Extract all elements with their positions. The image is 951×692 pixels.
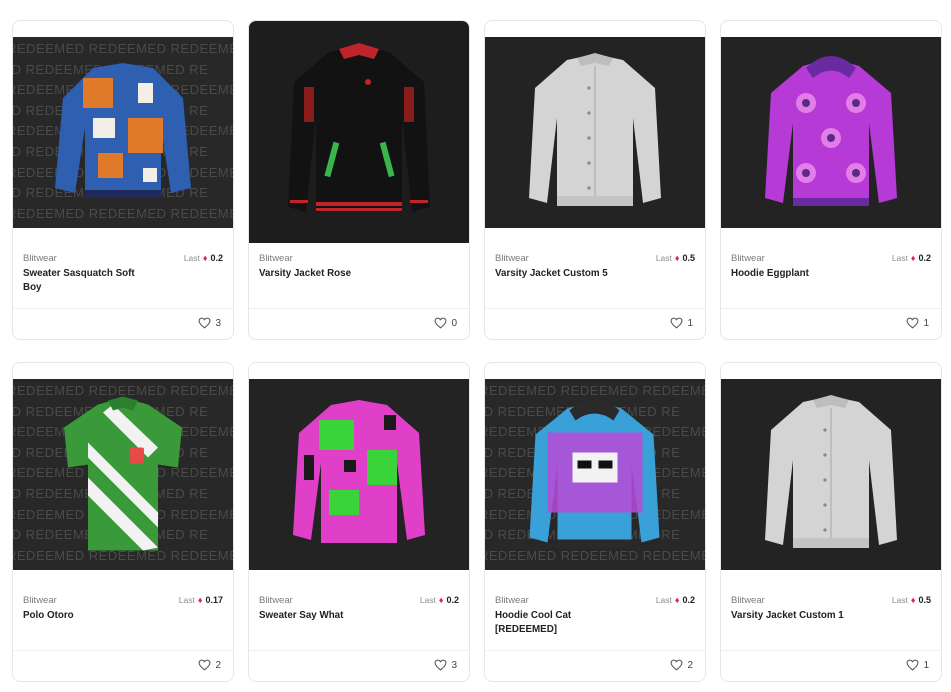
like-button[interactable]: 1 <box>906 317 929 329</box>
like-count: 1 <box>923 317 929 329</box>
heart-icon <box>670 659 683 671</box>
like-count: 1 <box>687 317 693 329</box>
like-button[interactable]: 0 <box>434 317 457 329</box>
nft-card-hoodie-eggplant[interactable]: Blitwear Last ♦ 0.2 Hoodie Eggplant 1 <box>720 20 942 340</box>
brand-label: Blitwear <box>731 253 765 264</box>
polo-image <box>64 396 182 550</box>
jacket-image <box>529 52 661 206</box>
brand-label: Blitwear <box>259 595 293 606</box>
item-name[interactable]: Polo Otoro <box>23 609 153 623</box>
last-price: Last ♦ 0.2 <box>892 253 931 263</box>
last-label: Last <box>183 253 200 263</box>
like-button[interactable]: 1 <box>906 659 929 671</box>
like-count: 1 <box>923 659 929 671</box>
brand-label: Blitwear <box>259 253 293 264</box>
sweater-image <box>293 399 425 543</box>
card-artwork[interactable]: REDEEMED REDEEMED REDEEMEDEMED REDEEMED … <box>13 379 233 570</box>
price-value: 0.2 <box>682 595 695 605</box>
card-artwork[interactable]: REDEEMED REDEEMED REDEEMEDEMED REDEEMED … <box>13 37 233 228</box>
card-artwork[interactable]: REDEEMED REDEEMED REDEEMEDEMED REDEEMED … <box>485 379 705 570</box>
eth-diamond-icon: ♦ <box>910 595 916 605</box>
like-count: 0 <box>451 317 457 329</box>
hoodie-image <box>765 55 897 206</box>
heart-icon <box>198 659 211 671</box>
nft-card-varsity-custom-5[interactable]: Blitwear Last ♦ 0.5 Varsity Jacket Custom … <box>484 20 706 340</box>
nft-card-polo-otoro[interactable]: REDEEMED REDEEMED REDEEMEDEMED REDEEMED … <box>12 362 234 682</box>
heart-icon <box>906 659 919 671</box>
eth-diamond-icon: ♦ <box>438 595 444 605</box>
eth-diamond-icon: ♦ <box>910 253 916 263</box>
nft-card-sweater-sasquatch[interactable]: REDEEMED REDEEMED REDEEMEDEMED REDEEMED … <box>12 20 234 340</box>
brand-label: Blitwear <box>731 595 765 606</box>
last-price: Last ♦ 0.2 <box>420 595 459 605</box>
price-value: 0.2 <box>918 253 931 263</box>
brand-label: Blitwear <box>495 253 529 264</box>
jacket-image <box>288 43 430 212</box>
last-label: Last <box>178 595 195 605</box>
card-artwork[interactable] <box>721 37 941 228</box>
last-label: Last <box>891 595 908 605</box>
eth-diamond-icon: ♦ <box>197 595 203 605</box>
jacket-image <box>765 394 897 548</box>
brand-label: Blitwear <box>23 253 57 264</box>
nft-card-varsity-custom-1[interactable]: Blitwear Last ♦ 0.5 Varsity Jacket Custom … <box>720 362 942 682</box>
last-label: Last <box>891 253 908 263</box>
nft-card-hoodie-cool-cat[interactable]: REDEEMED REDEEMED REDEEMEDEMED REDEEMED … <box>484 362 706 682</box>
like-count: 3 <box>451 659 457 671</box>
last-price: Last ♦ 0.5 <box>656 253 695 263</box>
last-price: Last ♦ 0.2 <box>656 595 695 605</box>
like-button[interactable]: 3 <box>434 659 457 671</box>
price-value: 0.5 <box>918 595 931 605</box>
card-artwork[interactable] <box>249 379 469 570</box>
heart-icon <box>434 317 447 329</box>
last-label: Last <box>419 595 436 605</box>
item-name[interactable]: Hoodie Cool Cat [REDEEMED] <box>495 609 625 637</box>
eth-diamond-icon: ♦ <box>674 595 680 605</box>
eth-diamond-icon: ♦ <box>674 253 680 263</box>
brand-label: Blitwear <box>495 595 529 606</box>
item-name[interactable]: Hoodie Eggplant <box>731 267 861 281</box>
card-artwork[interactable] <box>485 37 705 228</box>
last-price: Last ♦ 0.5 <box>892 595 931 605</box>
price-value: 0.2 <box>210 253 223 263</box>
price-value: 0.2 <box>446 595 459 605</box>
like-button[interactable]: 3 <box>198 317 221 329</box>
heart-icon <box>434 659 447 671</box>
brand-label: Blitwear <box>23 595 57 606</box>
last-price: Last ♦ 0.17 <box>179 595 223 605</box>
last-label: Last <box>655 253 672 263</box>
like-button[interactable]: 2 <box>198 659 221 671</box>
last-price: Last ♦ 0.2 <box>184 253 223 263</box>
like-count: 2 <box>215 659 221 671</box>
heart-icon <box>198 317 211 329</box>
last-label: Last <box>655 595 672 605</box>
nft-card-sweater-say-what[interactable]: Blitwear Last ♦ 0.2 Sweater Say What 3 <box>248 362 470 682</box>
like-button[interactable]: 2 <box>670 659 693 671</box>
eth-diamond-icon: ♦ <box>202 253 208 263</box>
price-value: 0.17 <box>205 595 223 605</box>
like-count: 2 <box>687 659 693 671</box>
heart-icon <box>670 317 683 329</box>
card-artwork[interactable] <box>721 379 941 570</box>
like-count: 3 <box>215 317 221 329</box>
nft-card-varsity-rose[interactable]: Blitwear Varsity Jacket Rose 0 <box>248 20 470 340</box>
card-artwork[interactable] <box>249 21 469 243</box>
like-button[interactable]: 1 <box>670 317 693 329</box>
price-value: 0.5 <box>682 253 695 263</box>
hoodie-image <box>529 398 660 547</box>
heart-icon <box>906 317 919 329</box>
sweater-image <box>55 62 191 198</box>
item-name[interactable]: Varsity Jacket Rose <box>259 267 389 281</box>
item-name[interactable]: Sweater Say What <box>259 609 389 623</box>
item-name[interactable]: Varsity Jacket Custom 5 <box>495 267 625 281</box>
item-name[interactable]: Sweater Sasquatch Soft Boy <box>23 267 153 295</box>
item-name[interactable]: Varsity Jacket Custom 1 <box>731 609 861 623</box>
